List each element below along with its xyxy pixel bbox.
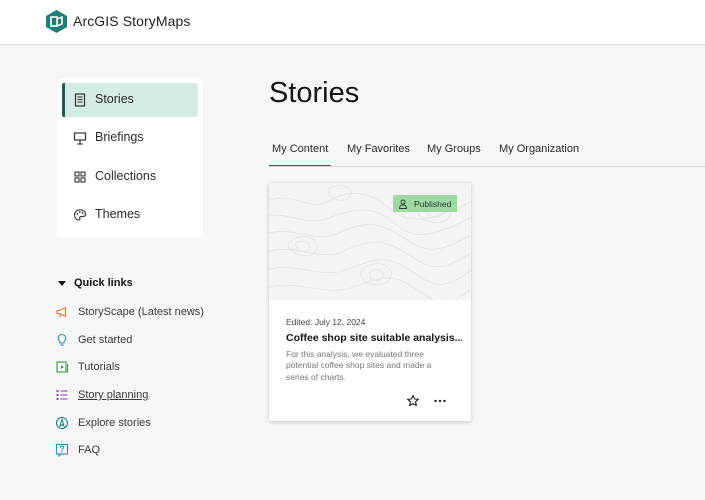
palette-icon: [73, 209, 87, 221]
quick-link-label: FAQ: [78, 444, 101, 456]
story-card[interactable]: Published Edited: July 12, 2024 Coffee s…: [269, 183, 471, 421]
edited-date: Edited: July 12, 2024: [286, 317, 366, 327]
tab-my-organization[interactable]: My Organization: [499, 143, 579, 155]
status-label: Published: [414, 198, 452, 209]
quick-link-label: Get started: [78, 334, 133, 346]
tab-my-favorites[interactable]: My Favorites: [347, 143, 410, 155]
caret-down-icon: [58, 280, 66, 286]
quick-link-get-started[interactable]: Get started: [55, 331, 132, 349]
document-icon: [74, 93, 86, 107]
question-book-icon: [55, 443, 69, 457]
quick-link-label: Story planning: [78, 389, 149, 401]
story-description: For this analysis, we evaluated three po…: [286, 349, 432, 382]
compass-icon: [55, 416, 69, 430]
quick-link-explore-stories[interactable]: Explore stories: [55, 414, 151, 432]
quick-links-toggle[interactable]: Quick links: [57, 277, 133, 289]
brand-name[interactable]: ArcGIS StoryMaps: [73, 13, 191, 29]
sidebar-item-label: Collections: [95, 169, 157, 183]
sidebar-item-briefings[interactable]: Briefings: [62, 121, 198, 155]
top-bar: ArcGIS StoryMaps: [0, 0, 705, 45]
grid-icon: [74, 171, 86, 183]
sidebar-item-label: Briefings: [95, 130, 144, 144]
tabs-divider: [269, 166, 705, 167]
user-icon: [399, 199, 407, 209]
quick-links-heading: Quick links: [74, 277, 133, 289]
sidebar-item-stories[interactable]: Stories: [62, 83, 198, 117]
tutorial-icon: [56, 361, 68, 373]
tab-my-groups[interactable]: My Groups: [427, 143, 481, 155]
sidebar-item-collections[interactable]: Collections: [62, 160, 198, 194]
lightbulb-icon: [57, 333, 67, 346]
quick-link-story-planning[interactable]: Story planning: [55, 386, 148, 404]
quick-link-storyscape[interactable]: StoryScape (Latest news): [55, 303, 204, 321]
story-title[interactable]: Coffee shop site suitable analysis...: [286, 332, 462, 344]
sidebar-nav: Stories Briefings Collections Themes: [57, 78, 203, 238]
quick-link-tutorials[interactable]: Tutorials: [55, 358, 120, 376]
quick-link-label: Explore stories: [78, 417, 151, 429]
status-badge: Published: [393, 195, 458, 212]
more-options-icon[interactable]: [433, 394, 447, 408]
tab-my-content[interactable]: My Content: [268, 143, 332, 167]
sidebar-item-label: Stories: [95, 92, 134, 106]
story-thumbnail: Published: [269, 183, 471, 303]
quick-link-label: StoryScape (Latest news): [78, 306, 204, 318]
quick-link-faq[interactable]: FAQ: [55, 441, 100, 459]
quick-link-label: Tutorials: [78, 361, 120, 373]
favorite-star-icon[interactable]: [406, 394, 420, 408]
checklist-icon: [56, 390, 68, 400]
page-title: Stories: [269, 77, 360, 109]
storymaps-logo-icon[interactable]: [46, 10, 67, 33]
sidebar-item-label: Themes: [95, 207, 141, 221]
megaphone-icon: [56, 306, 67, 318]
sidebar-item-themes[interactable]: Themes: [62, 198, 198, 232]
presentation-icon: [73, 132, 87, 145]
